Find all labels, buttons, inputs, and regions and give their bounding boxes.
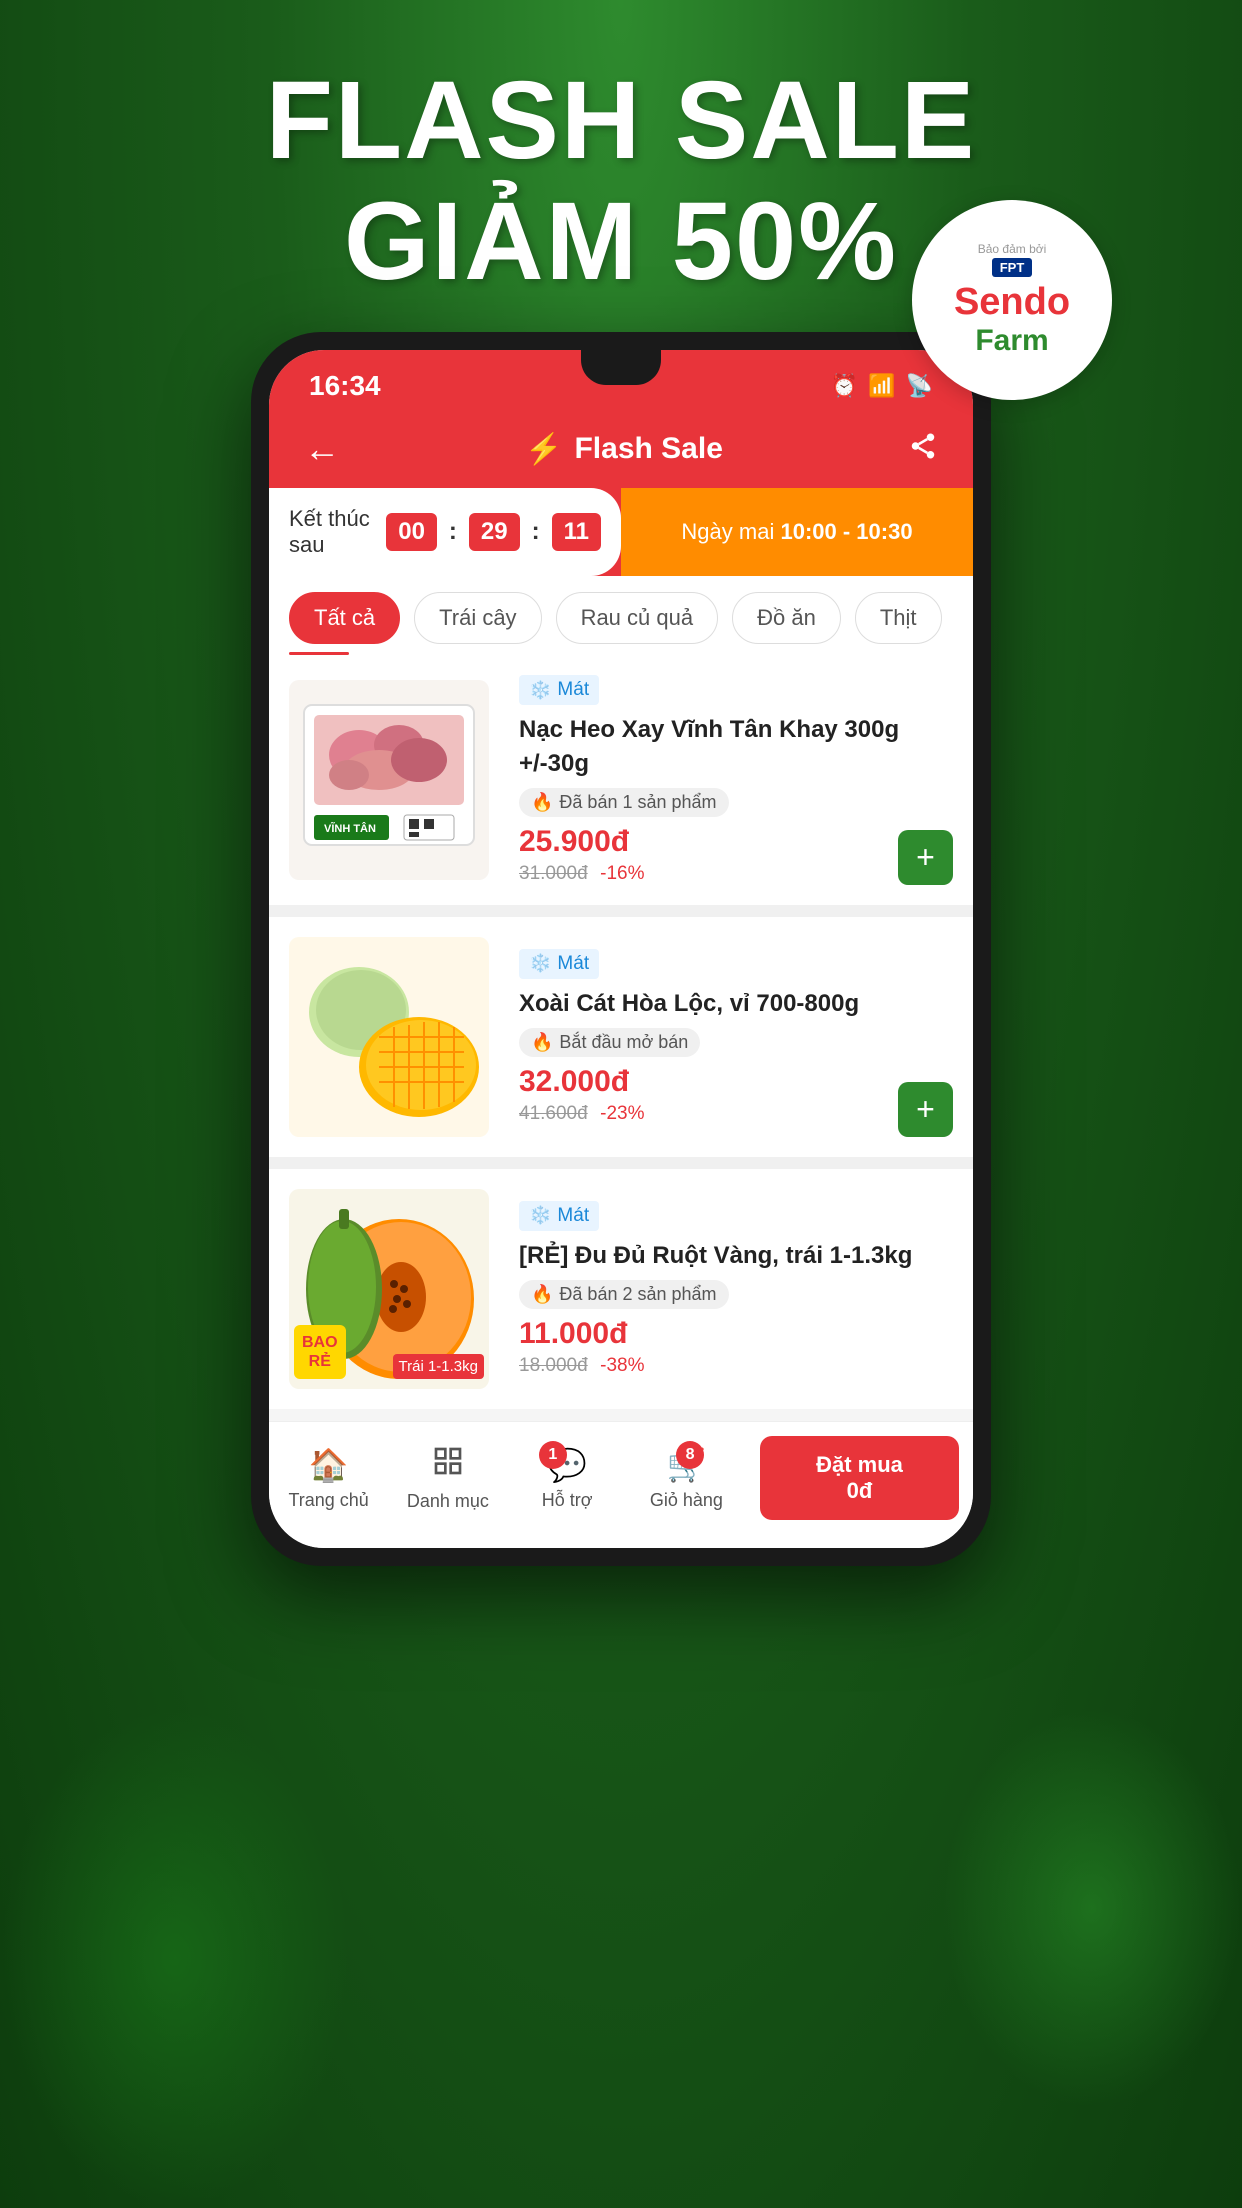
order-btn-label: Đặt mua: [770, 1452, 949, 1478]
timer-right: Ngày mai 10:00 - 10:30: [621, 488, 973, 576]
snowflake-icon-3: ❄️: [529, 1205, 551, 1226]
add-to-cart-1[interactable]: +: [898, 830, 953, 885]
timer-seconds: 11: [552, 513, 601, 551]
product-name-3: [RẺ] Đu Đủ Ruột Vàng, trái 1-1.3kg: [519, 1239, 943, 1273]
tab-fruit[interactable]: Trái cây: [414, 592, 541, 644]
back-button[interactable]: ←: [304, 428, 340, 470]
product-info-2: ❄️ Mát Xoài Cát Hòa Lộc, vỉ 700-800g 🔥 B…: [509, 949, 953, 1126]
trai-label: Trái 1-1.3kg: [393, 1354, 484, 1379]
product-pricing-1: 31.000đ -16%: [519, 863, 943, 885]
product-price-3: 11.000đ: [519, 1317, 943, 1351]
svg-text:VĨNH TÂN: VĨNH TÂN: [324, 822, 376, 835]
alarm-icon: ⏰: [831, 373, 858, 399]
discount-3: -38%: [600, 1355, 644, 1376]
product-card-3: BAORẺ Trái 1-1.3kg ❄️ Mát [RẺ] Đu Đủ Ruộ…: [269, 1169, 973, 1409]
sold-label-3: 🔥 Đã bán 2 sản phẩm: [519, 1280, 729, 1309]
product-price-2: 32.000đ: [519, 1065, 943, 1099]
original-price-2: 41.600đ: [519, 1103, 588, 1124]
product-card-2: ❄️ Mát Xoài Cát Hòa Lộc, vỉ 700-800g 🔥 B…: [269, 917, 973, 1157]
wifi-icon: 📶: [868, 373, 895, 399]
header-title-group: ⚡ Flash Sale: [525, 432, 723, 467]
category-tabs: Tất cả Trái cây Rau củ quả Đồ ăn Thịt: [269, 576, 973, 660]
tab-all[interactable]: Tất cả: [289, 592, 400, 644]
product-list: VĨNH TÂN ❄️ Mát Nạc Heo Xay Vĩnh Tân Kha…: [269, 655, 973, 1409]
product-badge-2: ❄️ Mát: [519, 949, 599, 979]
status-icons: ⏰ 📶 📡: [831, 373, 933, 399]
discount-1: -16%: [600, 863, 644, 884]
sendo-supported-label: Bảo đảm bởi: [978, 242, 1047, 256]
bao-re-badge: BAORẺ: [294, 1325, 346, 1379]
timer-next-time: 10:00 - 10:30: [780, 519, 912, 544]
snowflake-icon-2: ❄️: [529, 953, 551, 974]
promo-title-line2: GIẢM 50%: [266, 181, 977, 302]
timer-left: Kết thúc sau 00 : 29 : 11: [269, 488, 621, 576]
menu-icon: [432, 1445, 464, 1485]
nav-cart[interactable]: 🛒 8 Giỏ hàng: [627, 1446, 746, 1511]
nav-cart-label: Giỏ hàng: [650, 1490, 723, 1511]
product-image-3: BAORẺ Trái 1-1.3kg: [289, 1189, 489, 1389]
app-header: ← ⚡ Flash Sale: [269, 410, 973, 488]
original-price-3: 18.000đ: [519, 1355, 588, 1376]
cart-badge: 8: [676, 1441, 704, 1469]
product-badge-3: ❄️ Mát: [519, 1201, 599, 1231]
signal-icon: 📡: [906, 373, 933, 399]
product-info-1: ❄️ Mát Nạc Heo Xay Vĩnh Tân Khay 300g +/…: [509, 675, 953, 885]
timer-minutes: 29: [469, 513, 520, 551]
nav-support-label: Hỗ trợ: [542, 1490, 593, 1511]
promo-title-line1: FLASH SALE: [266, 60, 977, 181]
product-card-1: VĨNH TÂN ❄️ Mát Nạc Heo Xay Vĩnh Tân Kha…: [269, 655, 973, 905]
promo-header: FLASH SALE GIẢM 50%: [266, 60, 977, 302]
support-badge: 1: [539, 1441, 567, 1469]
nav-support[interactable]: 💬 1 Hỗ trợ: [508, 1446, 627, 1511]
snowflake-icon-1: ❄️: [529, 680, 551, 701]
discount-2: -23%: [600, 1103, 644, 1124]
fire-icon-2: 🔥: [531, 1032, 553, 1053]
status-time: 16:34: [309, 370, 381, 402]
tab-food[interactable]: Đồ ăn: [732, 592, 841, 644]
bottom-nav: 🏠 Trang chủ Danh mục 💬 1 Hỗ trợ 🛒: [269, 1421, 973, 1548]
sold-label-2: 🔥 Bắt đầu mở bán: [519, 1028, 700, 1057]
nav-menu[interactable]: Danh mục: [388, 1445, 507, 1512]
original-price-1: 31.000đ: [519, 863, 588, 884]
nav-home-label: Trang chủ: [288, 1490, 368, 1511]
sendo-brand-name: Sendo: [954, 281, 1070, 324]
timer-bar: Kết thúc sau 00 : 29 : 11 Ngày mai 10:00…: [269, 488, 973, 576]
header-title-text: Flash Sale: [574, 432, 722, 466]
nav-home[interactable]: 🏠 Trang chủ: [269, 1446, 388, 1511]
product-pricing-2: 41.600đ -23%: [519, 1103, 943, 1125]
fire-icon-3: 🔥: [531, 1284, 553, 1305]
product-name-1: Nạc Heo Xay Vĩnh Tân Khay 300g +/-30g: [519, 713, 943, 780]
product-name-2: Xoài Cát Hòa Lộc, vỉ 700-800g: [519, 987, 943, 1021]
sendo-fpt-label: FPT: [992, 258, 1033, 277]
product-info-3: ❄️ Mát [RẺ] Đu Đủ Ruột Vàng, trái 1-1.3k…: [509, 1201, 953, 1378]
timer-next-label: Ngày mai 10:00 - 10:30: [681, 519, 912, 545]
product-image-2: [289, 937, 489, 1137]
phone-screen: 16:34 ⏰ 📶 📡 ← ⚡ Flash Sale: [269, 350, 973, 1548]
product-image-1: VĨNH TÂN: [289, 680, 489, 880]
product-pricing-3: 18.000đ -38%: [519, 1355, 943, 1377]
sendo-farm-badge: Bảo đảm bởi FPT Sendo Farm: [912, 200, 1112, 400]
tab-veg[interactable]: Rau củ quả: [556, 592, 719, 644]
product-badge-1: ❄️ Mát: [519, 675, 599, 705]
sold-label-1: 🔥 Đã bán 1 sản phẩm: [519, 788, 729, 817]
share-button[interactable]: [908, 431, 938, 468]
home-icon: 🏠: [309, 1446, 349, 1484]
order-btn-price: 0đ: [770, 1478, 949, 1504]
timer-colon1: :: [449, 518, 457, 546]
product-price-1: 25.900đ: [519, 825, 943, 859]
fire-icon-1: 🔥: [531, 792, 553, 813]
order-button[interactable]: Đặt mua 0đ: [760, 1436, 959, 1520]
add-to-cart-2[interactable]: +: [898, 1082, 953, 1137]
timer-colon2: :: [532, 518, 540, 546]
timer-label: Kết thúc sau: [289, 506, 374, 558]
nav-menu-label: Danh mục: [407, 1491, 489, 1512]
sendo-farm-label: Farm: [975, 324, 1048, 358]
tab-meat[interactable]: Thịt: [855, 592, 942, 644]
phone-mockup: 16:34 ⏰ 📶 📡 ← ⚡ Flash Sale: [251, 332, 991, 1566]
phone-notch: [581, 350, 661, 385]
timer-hours: 00: [386, 513, 437, 551]
flash-icon: ⚡: [525, 432, 562, 467]
